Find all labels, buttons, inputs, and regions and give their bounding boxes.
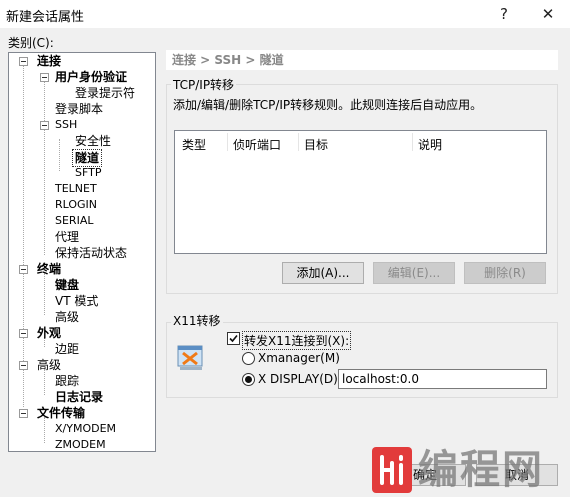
xdisplay-input[interactable]: localhost:0.0 — [338, 369, 547, 389]
tree-item-terminal-advanced[interactable]: 高级 — [55, 309, 79, 325]
tree-item-trace[interactable]: 跟踪 — [55, 373, 79, 389]
close-button[interactable]: ✕ — [538, 4, 558, 24]
watermark: 编程网 — [370, 443, 570, 497]
tree-item-sftp[interactable]: SFTP — [75, 165, 101, 181]
tree-item-xymodem[interactable]: X/YMODEM — [55, 421, 116, 437]
tree-item-login-script[interactable]: 登录脚本 — [55, 101, 103, 117]
tree-connector — [44, 273, 45, 315]
column-header-description[interactable]: 说明 — [418, 136, 442, 153]
tree-connector — [59, 139, 60, 171]
collapse-icon[interactable] — [19, 265, 28, 274]
tree-item-ssh[interactable]: SSH — [55, 117, 77, 133]
category-label: 类别(C): — [8, 36, 54, 50]
collapse-icon[interactable] — [19, 57, 28, 66]
tree-item-user-auth[interactable]: 用户身份验证 — [55, 69, 127, 85]
column-separator[interactable] — [227, 133, 228, 151]
tree-item-rlogin[interactable]: RLOGIN — [55, 197, 97, 213]
column-separator[interactable] — [412, 133, 413, 151]
tree-item-connection[interactable]: 连接 — [37, 53, 61, 69]
tcp-group-title: TCP/IP转移 — [171, 76, 237, 93]
window-title: 新建会话属性 — [6, 10, 85, 25]
xmanager-radio[interactable] — [242, 352, 255, 365]
tree-item-terminal[interactable]: 终端 — [37, 261, 61, 277]
breadcrumb: 连接 > SSH > 隧道 — [166, 50, 558, 70]
tree-item-advanced[interactable]: 高级 — [37, 357, 61, 373]
tree-item-zmodem[interactable]: ZMODEM — [55, 437, 106, 451]
tcp-rules-list[interactable]: 类型 侦听端口 目标 说明 — [174, 130, 547, 254]
tree-item-margins[interactable]: 边距 — [55, 341, 79, 357]
collapse-icon[interactable] — [40, 121, 49, 130]
tree-item-security[interactable]: 安全性 — [75, 133, 111, 149]
tree-item-vt-mode[interactable]: VT 模式 — [55, 293, 98, 309]
xmanager-label[interactable]: Xmanager(M) — [258, 351, 340, 365]
xdisplay-radio[interactable] — [242, 373, 255, 386]
column-separator[interactable] — [298, 133, 299, 151]
collapse-icon[interactable] — [40, 73, 49, 82]
forward-x11-checkbox[interactable] — [227, 332, 240, 345]
edit-rule-button[interactable]: 编辑(E)... — [373, 262, 455, 284]
tree-item-appearance[interactable]: 外观 — [37, 325, 61, 341]
column-header-target[interactable]: 目标 — [304, 136, 328, 153]
tree-connector — [23, 65, 24, 407]
tree-item-telnet[interactable]: TELNET — [55, 181, 97, 197]
add-rule-button[interactable]: 添加(A)... — [282, 262, 364, 284]
title-bar: 新建会话属性 ? ✕ — [0, 0, 570, 28]
collapse-icon[interactable] — [19, 409, 28, 418]
delete-rule-button[interactable]: 删除(R) — [464, 262, 546, 284]
tree-item-logging[interactable]: 日志记录 — [55, 389, 103, 405]
xdisplay-label[interactable]: X DISPLAY(D): — [258, 372, 342, 386]
watermark-text: 编程网 — [418, 447, 544, 493]
category-tree[interactable]: 连接 用户身份验证 登录提示符 登录脚本 SSH 安全性 隧道 SFTP TEL… — [8, 52, 156, 452]
collapse-icon[interactable] — [19, 329, 28, 338]
column-header-listen-port[interactable]: 侦听端口 — [233, 136, 281, 153]
forward-x11-label[interactable]: 转发X11连接到(X): — [242, 331, 352, 350]
help-button[interactable]: ? — [494, 4, 514, 24]
x11-group-title: X11转移 — [171, 312, 223, 329]
tree-item-login-prompt[interactable]: 登录提示符 — [75, 85, 135, 101]
tcp-description: 添加/编辑/删除TCP/IP转移规则。此规则连接后自动应用。 — [173, 98, 483, 112]
collapse-icon[interactable] — [19, 361, 28, 370]
tree-item-keyboard[interactable]: 键盘 — [55, 277, 79, 293]
check-icon — [229, 334, 238, 343]
tree-connector — [44, 81, 45, 255]
x11-forwarding-icon — [177, 345, 203, 370]
tree-item-file-transfer[interactable]: 文件传输 — [37, 405, 85, 421]
tree-item-serial[interactable]: SERIAL — [55, 213, 93, 229]
column-header-type[interactable]: 类型 — [182, 136, 206, 153]
tree-item-keepalive[interactable]: 保持活动状态 — [55, 245, 127, 261]
tree-item-proxy[interactable]: 代理 — [55, 229, 79, 245]
